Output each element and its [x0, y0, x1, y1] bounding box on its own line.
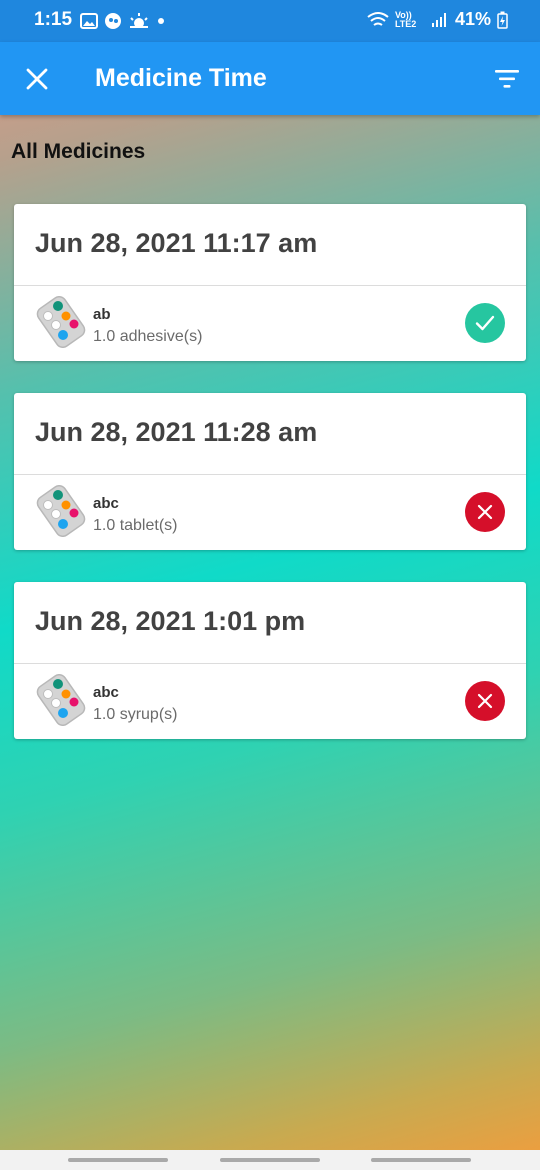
close-icon[interactable] — [24, 66, 50, 92]
notification-icons — [80, 11, 166, 31]
divider — [14, 663, 526, 664]
filter-icon[interactable] — [494, 68, 520, 90]
medicine-dose: 1.0 syrup(s) — [93, 706, 178, 723]
battery-charging-icon — [497, 11, 508, 29]
record-datetime: Jun 28, 2021 11:28 am — [35, 417, 318, 447]
wifi-icon — [367, 11, 389, 26]
status-time: 1:15 — [34, 9, 73, 30]
signal-icon — [431, 12, 446, 27]
medicine-record-card[interactable]: Jun 28, 2021 11:17 am ab 1.0 adhesive(s) — [14, 204, 526, 361]
brain-icon — [105, 13, 121, 29]
weather-sun-icon — [130, 13, 148, 28]
nav-home-handle[interactable] — [220, 1158, 320, 1162]
battery-percent: 41% — [454, 9, 491, 29]
page-title: Medicine Time — [95, 64, 267, 92]
check-icon — [475, 315, 495, 331]
missed-status-button[interactable] — [465, 681, 505, 721]
nav-back-handle[interactable] — [371, 1158, 471, 1162]
system-nav-bar — [0, 1150, 540, 1170]
dot-icon — [158, 18, 164, 24]
section-title: All Medicines — [11, 140, 146, 163]
medicine-dose: 1.0 tablet(s) — [93, 517, 178, 534]
medicine-name: ab — [93, 306, 111, 323]
status-right: Vo)) LTE2 41% — [367, 9, 508, 30]
pill-pack-icon — [36, 485, 86, 537]
image-icon — [80, 13, 98, 29]
divider — [14, 285, 526, 286]
taken-status-button[interactable] — [465, 303, 505, 343]
app-bar: Medicine Time — [0, 42, 540, 115]
record-datetime: Jun 28, 2021 11:17 am — [35, 228, 318, 258]
missed-status-button[interactable] — [465, 492, 505, 532]
record-datetime: Jun 28, 2021 1:01 pm — [35, 606, 306, 636]
medicine-record-card[interactable]: Jun 28, 2021 11:28 am abc 1.0 tablet(s) — [14, 393, 526, 550]
pill-pack-icon — [36, 296, 86, 348]
medicine-name: abc — [93, 495, 119, 512]
close-icon — [477, 693, 493, 709]
medicine-dose: 1.0 adhesive(s) — [93, 328, 203, 345]
medicine-name: abc — [93, 684, 119, 701]
status-bar: 1:15 Vo)) LTE2 41% — [0, 0, 540, 42]
network-label: Vo)) LTE2 — [394, 9, 417, 29]
pill-pack-icon — [36, 674, 86, 726]
close-icon — [477, 504, 493, 520]
nav-recents-handle[interactable] — [68, 1158, 168, 1162]
medicine-record-card[interactable]: Jun 28, 2021 1:01 pm abc 1.0 syrup(s) — [14, 582, 526, 739]
divider — [14, 474, 526, 475]
